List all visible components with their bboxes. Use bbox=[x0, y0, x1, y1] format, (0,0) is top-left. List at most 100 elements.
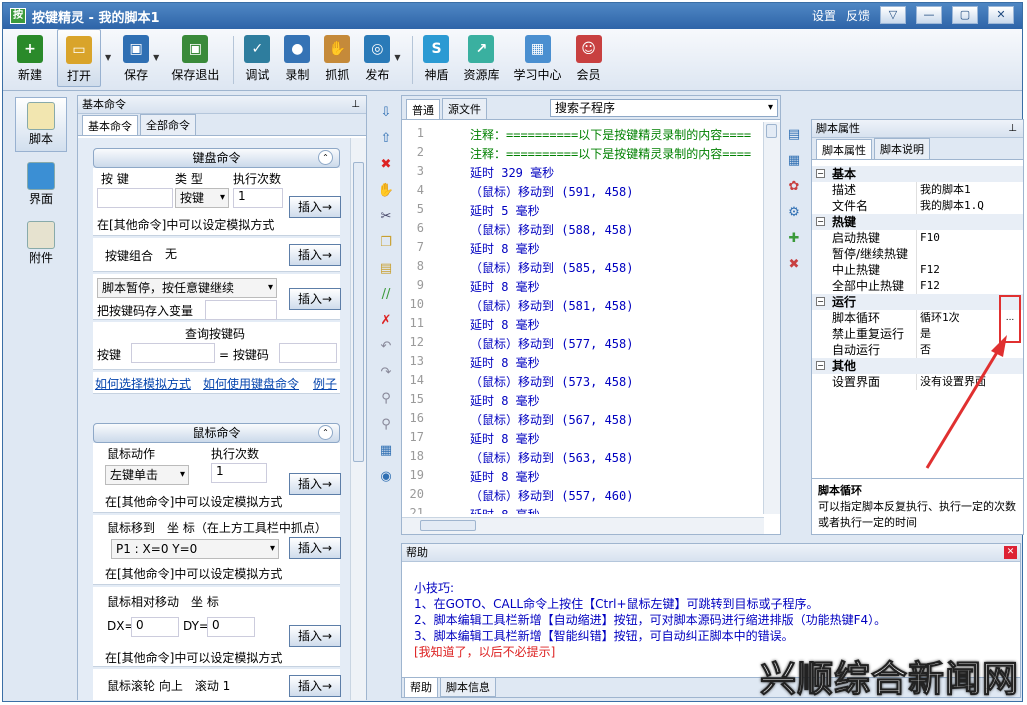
property-group[interactable]: − 基本 bbox=[812, 166, 1023, 182]
paste-icon[interactable]: ▤ bbox=[377, 259, 395, 277]
code-line[interactable]: 延时 5 毫秒 bbox=[470, 202, 540, 219]
link-keyboard-usage[interactable]: 如何使用键盘命令 bbox=[203, 375, 299, 392]
link-sim-mode[interactable]: 如何选择模拟方式 bbox=[95, 375, 191, 392]
tab-script-description[interactable]: 脚本说明 bbox=[874, 138, 930, 159]
insert-mouse-action-button[interactable]: 插入→ bbox=[289, 473, 341, 495]
close-icon[interactable]: ✕ bbox=[1004, 546, 1017, 559]
property-value[interactable]: F10 bbox=[920, 230, 940, 246]
code-line[interactable]: 延时 8 毫秒 bbox=[470, 278, 540, 295]
link-example[interactable]: 例子 bbox=[313, 375, 337, 392]
tab-basic-commands[interactable]: 基本命令 bbox=[82, 115, 138, 135]
code-line[interactable]: （鼠标）移动到 (591, 458) bbox=[470, 183, 633, 200]
code-line[interactable]: 延时 8 毫秒 bbox=[470, 430, 540, 447]
editor-horizontal-scrollbar[interactable] bbox=[402, 517, 764, 534]
property-row[interactable]: 暂停/继续热键 bbox=[812, 246, 1023, 262]
remove-variable-icon[interactable]: ✖ bbox=[785, 255, 803, 273]
pause-select[interactable]: 脚本暂停，按任意键继续 bbox=[97, 278, 277, 298]
close-button[interactable]: ✕ bbox=[988, 6, 1014, 24]
toolbar-publish-button[interactable]: ◎ 发布 bbox=[364, 29, 391, 83]
insert-mouse-wheel-button[interactable]: 插入→ bbox=[289, 675, 341, 697]
code-line[interactable]: （鼠标）移动到 (573, 458) bbox=[470, 373, 633, 390]
collapse-icon[interactable]: ⌃ bbox=[318, 425, 333, 440]
palette-icon[interactable]: ✿ bbox=[785, 177, 803, 195]
dx-input[interactable]: 0 bbox=[131, 617, 179, 637]
toolbar-open-button[interactable]: ▭ 打开 bbox=[57, 29, 101, 87]
calculator-icon[interactable]: ▦ bbox=[785, 151, 803, 169]
collapse-icon[interactable]: − bbox=[816, 361, 825, 370]
settings-link[interactable]: 设置 bbox=[812, 7, 836, 24]
property-value[interactable]: F12 bbox=[920, 278, 940, 294]
toolbar-new-button[interactable]: + 新建 bbox=[17, 29, 43, 83]
tab-normal-view[interactable]: 普通 bbox=[406, 99, 440, 119]
code-line[interactable]: 延时 8 毫秒 bbox=[470, 506, 540, 514]
key-combo-field[interactable]: 无 bbox=[161, 244, 281, 264]
insert-mouse-move-button[interactable]: 插入→ bbox=[289, 537, 341, 559]
sidebar-item-interface[interactable]: 界面 bbox=[15, 158, 67, 211]
comment-icon[interactable]: // bbox=[377, 285, 395, 303]
collapse-icon[interactable]: − bbox=[816, 169, 825, 178]
editor-vertical-scrollbar[interactable] bbox=[763, 122, 780, 514]
code-line[interactable]: （鼠标）移动到 (588, 458) bbox=[470, 221, 633, 238]
code-line[interactable]: 延时 8 毫秒 bbox=[470, 240, 540, 257]
feedback-link[interactable]: 反馈 bbox=[846, 7, 870, 24]
property-value[interactable]: F12 bbox=[920, 262, 940, 278]
toolbar-debug-button[interactable]: ✓ 调试 bbox=[244, 29, 271, 83]
command-scrollbar[interactable] bbox=[350, 138, 366, 700]
tab-all-commands[interactable]: 全部命令 bbox=[140, 114, 196, 135]
scroll-thumb[interactable] bbox=[353, 162, 364, 462]
property-row[interactable]: 描述 我的脚本1 bbox=[812, 182, 1023, 198]
property-row[interactable]: 全部中止热键 F12 bbox=[812, 278, 1023, 294]
code-line[interactable]: 延时 8 毫秒 bbox=[470, 468, 540, 485]
toolbar-learning-button[interactable]: ▦ 学习中心 bbox=[514, 29, 562, 83]
cut-icon[interactable]: ✂ bbox=[377, 207, 395, 225]
mouse-point-select[interactable]: P1 : X=0 Y=0 bbox=[111, 539, 279, 559]
sidebar-item-script[interactable]: 脚本 bbox=[15, 97, 67, 152]
pin-icon[interactable]: ⊥ bbox=[1008, 120, 1017, 137]
property-row[interactable]: 中止热键 F12 bbox=[812, 262, 1023, 278]
insert-key-button[interactable]: 插入→ bbox=[289, 196, 341, 218]
scroll-thumb[interactable] bbox=[420, 520, 476, 531]
property-value[interactable]: 循环1次 bbox=[920, 310, 960, 326]
delete-icon[interactable]: ✖ bbox=[377, 155, 395, 173]
scroll-thumb[interactable] bbox=[766, 124, 777, 138]
pin-icon[interactable]: ⊥ bbox=[351, 96, 360, 113]
toolbar-save-exit-button[interactable]: ▣ 保存退出 bbox=[171, 29, 219, 83]
code-line[interactable]: 延时 329 毫秒 bbox=[470, 164, 554, 181]
code-line[interactable]: （鼠标）移动到 (577, 458) bbox=[470, 335, 633, 352]
view-icon[interactable]: ◉ bbox=[377, 467, 395, 485]
move-up-icon[interactable]: ⇧ bbox=[377, 129, 395, 147]
tool-icon[interactable]: ⚙ bbox=[785, 203, 803, 221]
collapse-icon[interactable]: − bbox=[816, 217, 825, 226]
toolbar-member-button[interactable]: ☺ 会员 bbox=[575, 29, 602, 83]
code-line[interactable]: （鼠标）移动到 (567, 458) bbox=[470, 411, 633, 428]
minimize-button[interactable]: — bbox=[916, 6, 942, 24]
dy-input[interactable]: 0 bbox=[207, 617, 255, 637]
property-row[interactable]: 启动热键 F10 bbox=[812, 230, 1023, 246]
property-value[interactable]: 我的脚本1.Q bbox=[920, 198, 984, 214]
hand-icon[interactable]: ✋ bbox=[377, 181, 395, 199]
property-row[interactable]: 文件名 我的脚本1.Q bbox=[812, 198, 1023, 214]
publish-dropdown-icon[interactable]: ▼ bbox=[394, 53, 400, 62]
save-dropdown-icon[interactable]: ▼ bbox=[153, 53, 159, 62]
insert-combo-button[interactable]: 插入→ bbox=[289, 244, 341, 266]
code-line[interactable]: （鼠标）移动到 (581, 458) bbox=[470, 297, 633, 314]
toolbar-record-button[interactable]: ● 录制 bbox=[284, 29, 311, 83]
key-input[interactable] bbox=[97, 188, 173, 208]
insert-mouse-relative-button[interactable]: 插入→ bbox=[289, 625, 341, 647]
sidebar-item-attachment[interactable]: 附件 bbox=[15, 217, 67, 270]
keyboard-group-header[interactable]: 键盘命令 ⌃ bbox=[93, 148, 340, 168]
collapse-icon[interactable]: ⌃ bbox=[318, 150, 333, 165]
redo-icon[interactable]: ↷ bbox=[377, 363, 395, 381]
maximize-button[interactable]: ▢ bbox=[952, 6, 978, 24]
property-group[interactable]: − 热键 bbox=[812, 214, 1023, 230]
code-line[interactable]: 延时 8 毫秒 bbox=[470, 316, 540, 333]
code-line[interactable]: 注释：==========以下是按键精灵录制的内容==== bbox=[470, 126, 751, 143]
query-key-input[interactable] bbox=[131, 343, 215, 363]
subroutine-search-dropdown[interactable]: 搜索子程序 bbox=[550, 99, 778, 117]
replace-icon[interactable]: ⚲ bbox=[377, 415, 395, 433]
toolbar-shield-button[interactable]: S 神盾 bbox=[423, 29, 450, 83]
mouse-times-input[interactable]: 1 bbox=[211, 463, 267, 483]
code-line[interactable]: （鼠标）移动到 (557, 460) bbox=[470, 487, 633, 504]
code-line[interactable]: 延时 8 毫秒 bbox=[470, 392, 540, 409]
copy-icon[interactable]: ❐ bbox=[377, 233, 395, 251]
